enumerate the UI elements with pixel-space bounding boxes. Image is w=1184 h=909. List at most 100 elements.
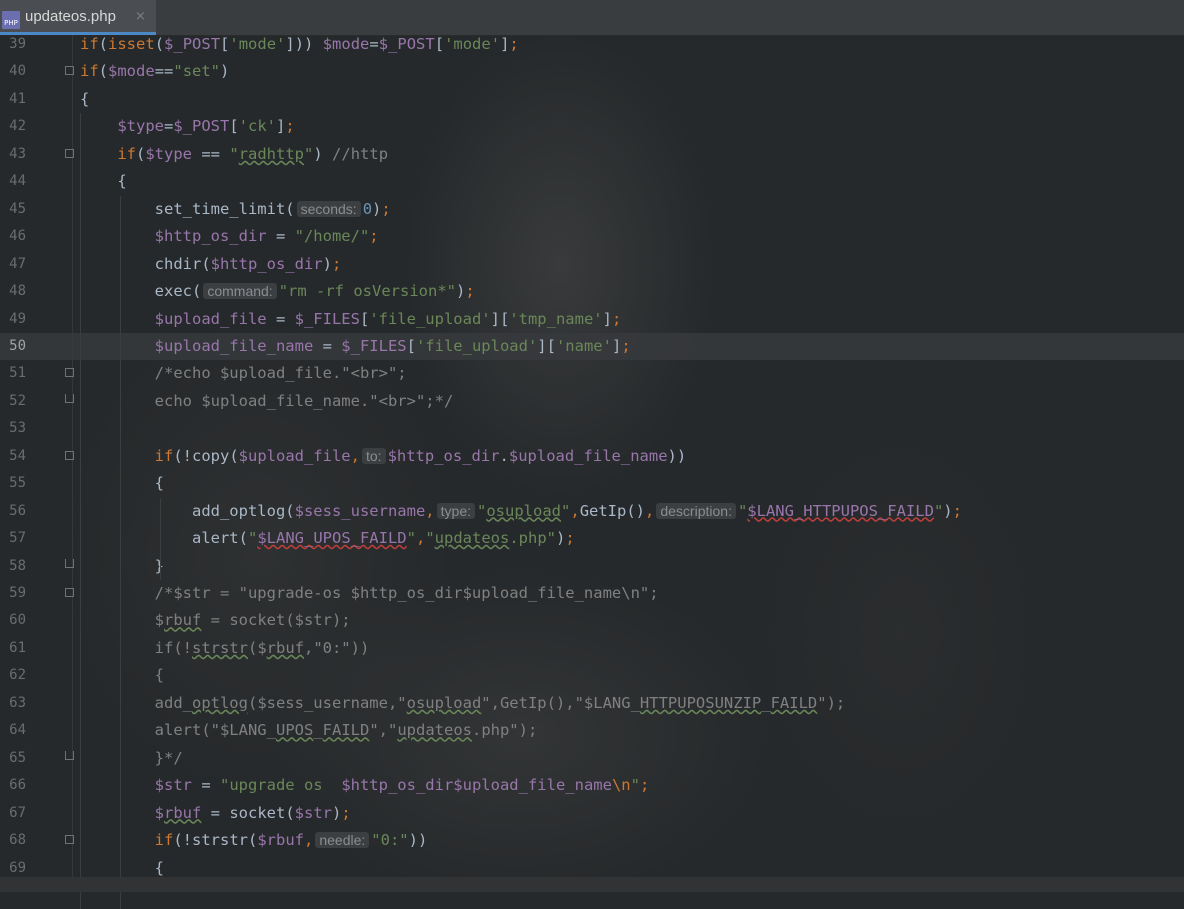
code-line[interactable]: 66 $str = "upgrade os $http_os_dir$uploa… xyxy=(0,772,1184,799)
line-number: 68 xyxy=(9,832,26,849)
line-number: 62 xyxy=(9,667,26,684)
indent-guide xyxy=(160,497,161,580)
code-line[interactable]: 47 chdir($http_os_dir); xyxy=(0,251,1184,278)
code-line[interactable]: 45 set_time_limit(seconds: 0); xyxy=(0,196,1184,223)
code-line[interactable]: 67 $rbuf = socket($str); xyxy=(0,800,1184,827)
line-number: 46 xyxy=(9,228,26,245)
code-text: set_time_limit(seconds: 0); xyxy=(154,199,391,218)
code-line[interactable]: 57 alert("$LANG_UPOS_FAILD","updateos.ph… xyxy=(0,525,1184,552)
line-number: 58 xyxy=(9,557,26,574)
line-number: 52 xyxy=(9,392,26,409)
code-line[interactable]: 64 alert("$LANG_UPOS_FAILD","updateos.ph… xyxy=(0,717,1184,744)
code-text: $http_os_dir = "/home/"; xyxy=(154,227,379,246)
line-number: 64 xyxy=(9,722,26,739)
horizontal-scrollbar[interactable] xyxy=(0,877,1184,892)
code-line[interactable]: 50 $upload_file_name = $_FILES['file_upl… xyxy=(0,332,1184,360)
code-line[interactable]: 40 if($mode=="set") xyxy=(0,58,1184,85)
tab-label: updateos.php xyxy=(25,8,116,25)
code-text: { xyxy=(154,666,164,685)
code-text: if(!strstr($rbuf,"0:")) xyxy=(154,638,370,657)
fold-marker-icon[interactable] xyxy=(65,148,74,158)
line-number: 48 xyxy=(9,283,26,300)
fold-marker-icon[interactable] xyxy=(65,835,74,845)
line-number: 50 xyxy=(9,337,26,354)
code-line[interactable]: 51 /*echo $upload_file."<br>"; xyxy=(0,360,1184,387)
code-text: $upload_file_name = $_FILES['file_upload… xyxy=(154,336,631,355)
code-line[interactable]: 59 /*$str = "upgrade-os $http_os_dir$upl… xyxy=(0,580,1184,607)
code-line[interactable]: 39 if(isset($_POST['mode'])) $mode=$_POST… xyxy=(0,31,1184,58)
code-line[interactable]: 53 xyxy=(0,415,1184,442)
line-number: 44 xyxy=(9,173,26,190)
line-number: 59 xyxy=(9,585,26,601)
code-text: /*$str = "upgrade-os $http_os_dir$upload… xyxy=(154,584,659,602)
code-line[interactable]: 63 add_optlog($sess_username,"osupload",… xyxy=(0,690,1184,717)
code-text: $str = "upgrade os $http_os_dir$upload_f… xyxy=(154,776,650,795)
code-text: alert("$LANG_UPOS_FAILD","updateos.php")… xyxy=(154,721,538,740)
line-number: 41 xyxy=(9,90,26,107)
close-icon[interactable]: × xyxy=(135,9,146,24)
code-line[interactable]: 62 { xyxy=(0,662,1184,689)
line-number: 61 xyxy=(9,639,26,656)
code-text: if($mode=="set") xyxy=(80,62,230,81)
code-line[interactable]: 65 }*/ xyxy=(0,745,1184,772)
line-number: 42 xyxy=(9,118,26,135)
code-line[interactable]: 44 { xyxy=(0,168,1184,195)
indent-guide xyxy=(120,195,121,909)
code-line[interactable]: 52 echo $upload_file_name."<br>";*/ xyxy=(0,388,1184,415)
line-number: 66 xyxy=(9,777,26,794)
code-line[interactable]: 42 $type=$_POST['ck']; xyxy=(0,113,1184,140)
line-number: 63 xyxy=(9,694,26,711)
fold-marker-icon[interactable] xyxy=(65,750,74,760)
line-number: 39 xyxy=(9,36,26,52)
code-line[interactable]: 46 $http_os_dir = "/home/"; xyxy=(0,223,1184,250)
tab-updateos-php[interactable]: PHP updateos.php × xyxy=(0,0,156,35)
code-line[interactable]: 61 if(!strstr($rbuf,"0:")) xyxy=(0,635,1184,662)
fold-marker-icon[interactable] xyxy=(65,558,74,568)
code-line[interactable]: 43 if($type == "radhttp") //http xyxy=(0,141,1184,168)
line-number: 57 xyxy=(9,530,26,547)
line-number: 49 xyxy=(9,310,26,327)
php-file-icon: PHP xyxy=(2,11,20,29)
code-text: $type=$_POST['ck']; xyxy=(117,117,295,136)
line-number: 56 xyxy=(9,502,26,519)
code-line[interactable]: 55 { xyxy=(0,470,1184,497)
code-line[interactable]: 56 add_optlog($sess_username, type: "osupl… xyxy=(0,498,1184,525)
code-text: if($type == "radhttp") //http xyxy=(117,144,389,163)
fold-marker-icon[interactable] xyxy=(65,66,74,76)
line-number: 54 xyxy=(9,447,26,464)
code-text: { xyxy=(117,172,127,191)
code-editor[interactable]: 39 if(isset($_POST['mode'])) $mode=$_POST… xyxy=(0,35,1184,909)
line-number: 40 xyxy=(9,63,26,80)
code-text: /*echo $upload_file."<br>"; xyxy=(154,364,407,383)
code-line[interactable]: 48 exec(command: "rm -rf osVersion*"); xyxy=(0,278,1184,305)
line-number: 55 xyxy=(9,475,26,492)
code-text: { xyxy=(154,474,164,493)
line-number: 53 xyxy=(9,420,26,437)
line-number: 67 xyxy=(9,804,26,821)
code-text: add_optlog($sess_username,"osupload",Get… xyxy=(154,693,846,712)
code-text: echo $upload_file_name."<br>";*/ xyxy=(154,391,454,410)
indent-guide xyxy=(80,113,81,909)
code-text: add_optlog($sess_username, type: "osupload… xyxy=(191,501,962,520)
code-text: } xyxy=(80,553,164,580)
code-line[interactable]: 41 { xyxy=(0,86,1184,113)
code-line[interactable]: 54 if(!copy($upload_file, to: $http_os_dir… xyxy=(0,443,1184,470)
fold-marker-icon[interactable] xyxy=(65,588,74,597)
code-line[interactable]: 58 } xyxy=(0,553,1184,580)
fold-marker-icon[interactable] xyxy=(65,393,74,403)
line-number: 60 xyxy=(9,612,26,629)
line-number: 43 xyxy=(9,145,26,162)
line-number: 65 xyxy=(9,749,26,766)
fold-marker-icon[interactable] xyxy=(65,450,74,460)
code-text: exec(command: "rm -rf osVersion*"); xyxy=(154,282,475,301)
code-line[interactable]: 49 $upload_file = $_FILES['file_upload']… xyxy=(0,306,1184,333)
code-text: $upload_file = $_FILES['file_upload']['t… xyxy=(154,309,622,328)
code-line[interactable]: 60 $rbuf = socket($str); xyxy=(0,607,1184,634)
code-text: if(!copy($upload_file, to: $http_os_dir.$u… xyxy=(154,446,687,465)
code-text: if(!strstr($rbuf, needle: "0:")) xyxy=(154,831,428,850)
code-text: alert("$LANG_UPOS_FAILD","updateos.php")… xyxy=(191,529,575,548)
code-line[interactable]: 68 if(!strstr($rbuf, needle: "0:")) xyxy=(0,827,1184,854)
line-number: 45 xyxy=(9,200,26,217)
fold-marker-icon[interactable] xyxy=(65,368,74,378)
code-text: { xyxy=(80,89,90,108)
